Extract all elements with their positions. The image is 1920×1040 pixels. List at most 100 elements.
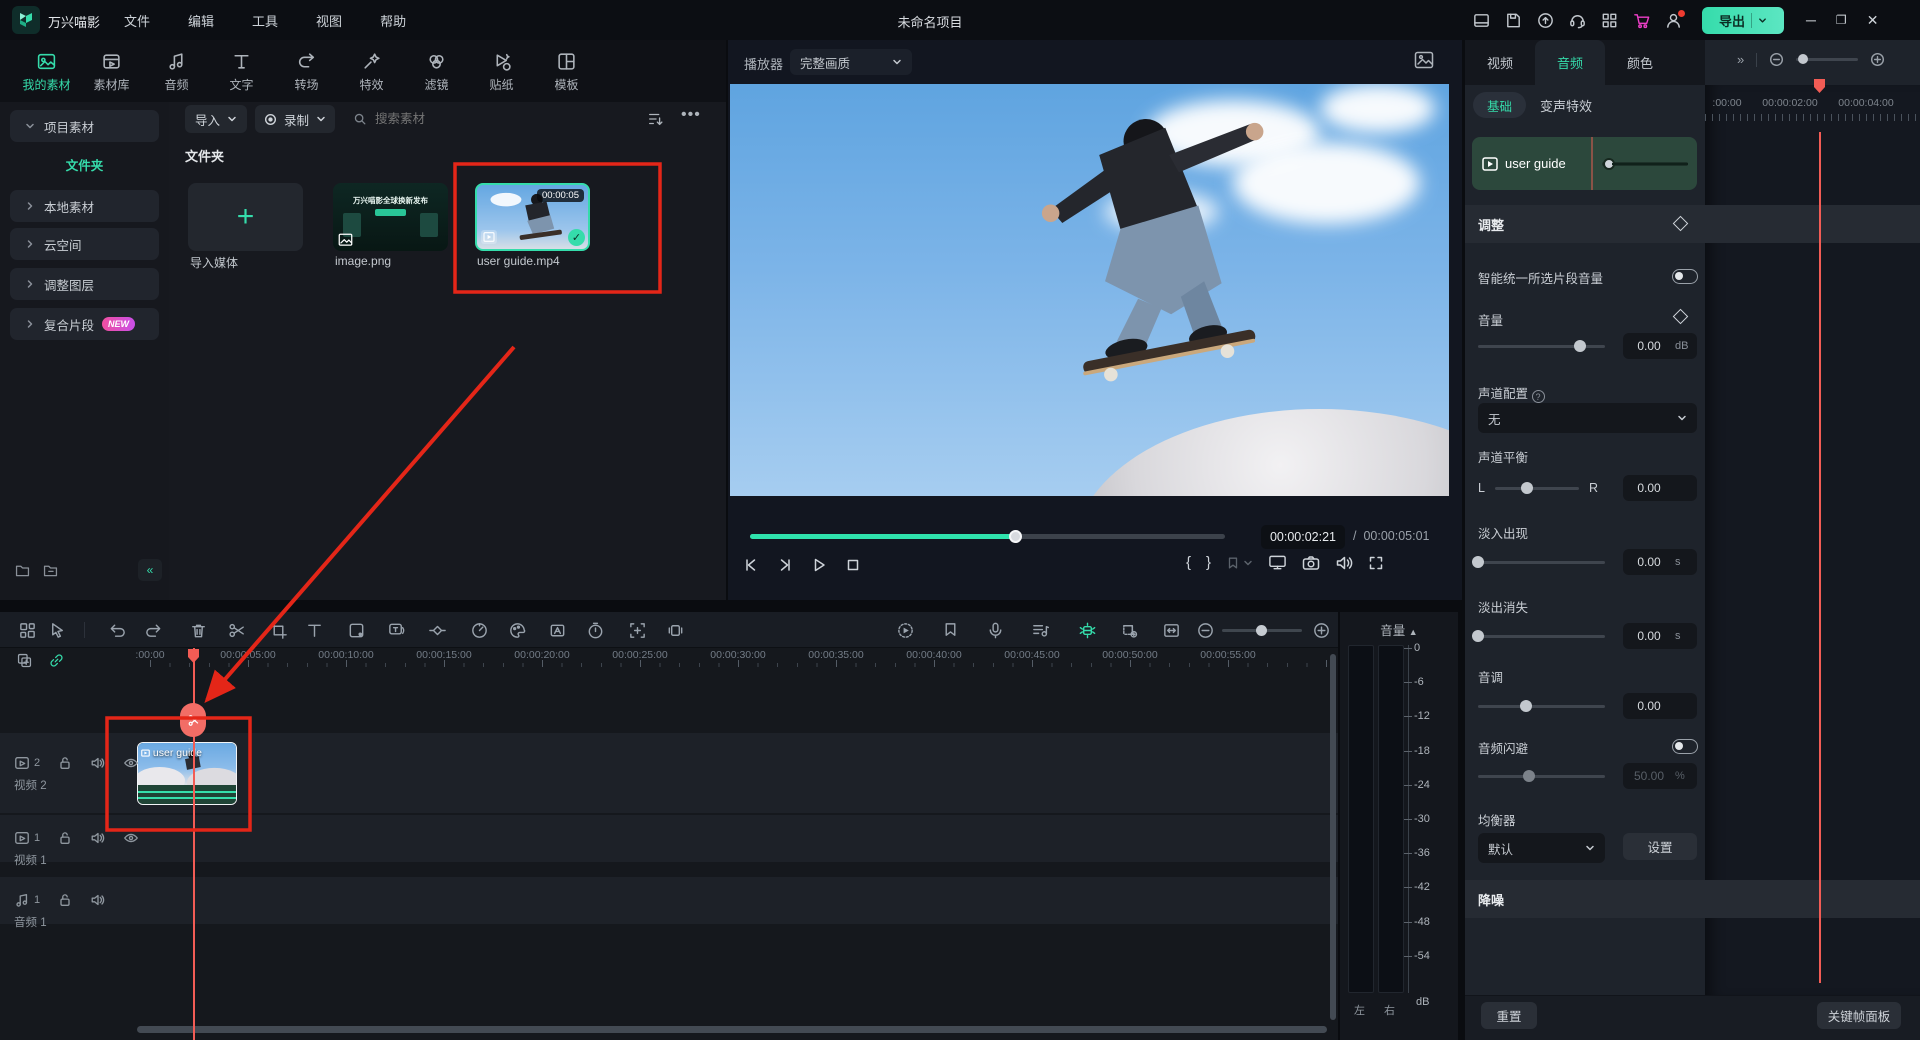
media-tab-sticker[interactable]: 贴纸	[469, 49, 534, 93]
auto-ripple-icon[interactable]	[1162, 621, 1181, 640]
balance-slider[interactable]	[1495, 487, 1579, 490]
pitch-value[interactable]: 0.00	[1623, 693, 1697, 719]
export-frame-icon[interactable]	[1120, 621, 1139, 640]
timeline-vscrollbar[interactable]	[1330, 654, 1336, 1020]
menu-item[interactable]: 视图	[310, 7, 348, 34]
equalizer-dropdown[interactable]: 默认	[1478, 833, 1605, 863]
ducking-toggle[interactable]	[1672, 739, 1698, 754]
keyframe-tool-icon[interactable]	[428, 621, 447, 640]
filter-icon[interactable]	[647, 110, 665, 128]
quick-split-scissors-icon[interactable]	[180, 703, 206, 737]
delete-folder-icon[interactable]	[42, 562, 59, 579]
search-input[interactable]	[375, 112, 495, 126]
media-item-image[interactable]: 万兴喵影全球换新发布	[333, 183, 448, 251]
pitch-slider[interactable]	[1478, 705, 1605, 708]
next-frame-button[interactable]	[776, 556, 794, 574]
lane-zoom-out-icon[interactable]	[1769, 52, 1784, 67]
crop-icon[interactable]	[269, 621, 288, 640]
media-tab-audio[interactable]: 音频	[144, 49, 209, 93]
sidebar-item[interactable]: 调整图层	[10, 268, 159, 300]
stop-button[interactable]	[844, 556, 862, 574]
share-upload-icon[interactable]	[1536, 11, 1555, 30]
channel-config-dropdown[interactable]: 无	[1478, 403, 1697, 433]
lane-zoom-slider[interactable]	[1796, 58, 1858, 61]
balance-value[interactable]: 0.00	[1623, 475, 1697, 501]
speed-icon[interactable]	[470, 621, 489, 640]
account-avatar-icon[interactable]	[1664, 11, 1683, 30]
properties-tab[interactable]: 视频	[1465, 40, 1535, 85]
marker-button[interactable]	[1226, 556, 1253, 570]
sidebar-item[interactable]: 云空间	[10, 228, 159, 260]
minimize-button[interactable]: ─	[1806, 12, 1816, 28]
mark-out-button[interactable]: }	[1206, 554, 1211, 571]
menu-item[interactable]: 帮助	[374, 7, 412, 34]
equalizer-settings-button[interactable]: 设置	[1623, 833, 1697, 860]
subtab-voice-effects[interactable]: 变声特效	[1540, 96, 1592, 115]
properties-tab[interactable]: 音频	[1535, 40, 1605, 85]
maximize-button[interactable]: ❐	[1836, 13, 1847, 27]
track-band-audio-1[interactable]	[0, 877, 1338, 924]
timeline-zoom-out-icon[interactable]	[1196, 621, 1215, 640]
keyframe-panel-button[interactable]: 关键帧面板	[1817, 1002, 1901, 1029]
stabilize-icon[interactable]	[666, 621, 685, 640]
track-speaker-icon[interactable]	[90, 755, 106, 771]
track-band-video-1[interactable]	[0, 815, 1338, 862]
collapse-lane-icon[interactable]: »	[1737, 52, 1744, 67]
properties-tab[interactable]: 颜色	[1605, 40, 1675, 85]
close-button[interactable]: ✕	[1867, 12, 1879, 29]
timeline-playhead-pin[interactable]	[187, 648, 200, 664]
media-tab-effects[interactable]: 特效	[339, 49, 404, 93]
track-speaker-icon[interactable]	[90, 830, 106, 846]
menu-item[interactable]: 文件	[118, 7, 156, 34]
apps-grid-icon[interactable]	[1600, 11, 1619, 30]
selected-clip-bar[interactable]: user guide	[1472, 137, 1697, 190]
fade-in-value[interactable]: 0.00s	[1623, 549, 1697, 575]
voiceover-mic-icon[interactable]	[986, 621, 1005, 640]
text-tool-icon[interactable]	[305, 621, 324, 640]
volume-keyframe-icon[interactable]	[1673, 309, 1689, 325]
media-tab-template[interactable]: 模板	[534, 49, 599, 93]
snapshot-camera-icon[interactable]	[1302, 555, 1320, 571]
track-lock-icon[interactable]	[57, 892, 73, 908]
play-button[interactable]	[810, 556, 828, 574]
link-clips-icon[interactable]	[48, 652, 65, 669]
add-frame-icon[interactable]	[628, 621, 647, 640]
render-preview-icon[interactable]	[896, 621, 915, 640]
audio-mixer-icon[interactable]	[1031, 621, 1050, 640]
more-options-icon[interactable]: •••	[681, 106, 701, 124]
split-scissors-icon[interactable]	[227, 621, 246, 640]
fade-in-slider[interactable]	[1478, 561, 1605, 564]
media-tab-transition[interactable]: 转场	[274, 49, 339, 93]
manage-tracks-icon[interactable]	[16, 652, 33, 669]
progress-handle[interactable]	[1009, 530, 1022, 543]
sidebar-item[interactable]: 项目素材	[10, 110, 159, 142]
delete-icon[interactable]	[189, 621, 208, 640]
color-palette-icon[interactable]	[508, 621, 527, 640]
scene-split-icon[interactable]	[1078, 621, 1097, 640]
fade-out-slider[interactable]	[1478, 635, 1605, 638]
undo-icon[interactable]	[108, 621, 127, 640]
record-button[interactable]: 录制	[255, 105, 335, 133]
timeline-zoom-in-icon[interactable]	[1312, 621, 1331, 640]
sidebar-item-folder[interactable]: 文件夹	[0, 152, 169, 176]
support-headset-icon[interactable]	[1568, 11, 1587, 30]
collapse-sidebar-button[interactable]: «	[138, 559, 162, 581]
import-button[interactable]: 导入	[185, 105, 247, 133]
preview-image-icon[interactable]	[1414, 51, 1434, 69]
meter-title[interactable]: 音量 ▲	[1340, 620, 1458, 639]
menu-item[interactable]: 编辑	[182, 7, 220, 34]
media-tab-filters[interactable]: 滤镜	[404, 49, 469, 93]
mark-in-button[interactable]: {	[1186, 554, 1191, 571]
export-button[interactable]: 导出	[1702, 7, 1784, 34]
volume-slider[interactable]	[1478, 345, 1605, 348]
timeline-hscrollbar[interactable]	[137, 1026, 1327, 1033]
track-lock-icon[interactable]	[57, 755, 73, 771]
volume-value[interactable]: 0.00dB	[1623, 333, 1697, 359]
track-eye-icon[interactable]	[123, 755, 139, 771]
redo-icon[interactable]	[144, 621, 163, 640]
media-tab-stock[interactable]: 素材库	[79, 49, 144, 93]
display-device-icon[interactable]	[1268, 554, 1287, 571]
media-tab-media[interactable]: 我的素材	[14, 49, 79, 93]
sidebar-item[interactable]: 本地素材	[10, 190, 159, 222]
media-tab-text[interactable]: 文字	[209, 49, 274, 93]
